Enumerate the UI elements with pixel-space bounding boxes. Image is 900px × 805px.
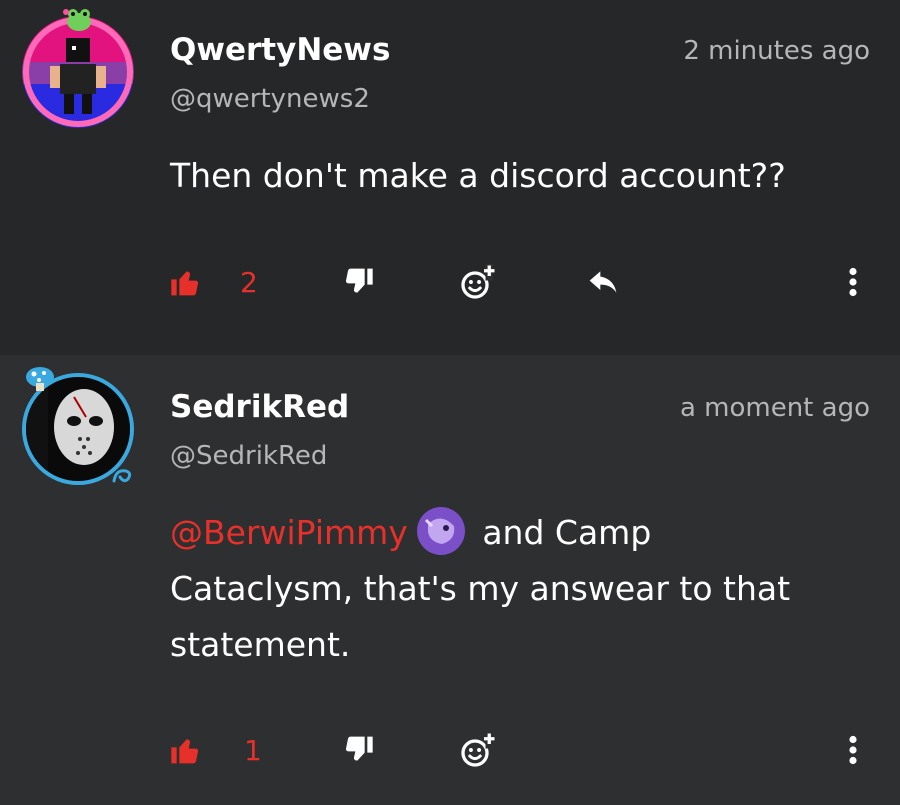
comment-line-2: Cataclysm, that's my answear to that: [170, 569, 791, 608]
more-options-button[interactable]: [838, 730, 868, 770]
frog-badge-icon: [63, 9, 91, 31]
swirl-badge-icon: [112, 469, 132, 483]
more-options-button[interactable]: [838, 262, 868, 302]
comment-text: Then don't make a discord account??: [170, 156, 786, 195]
action-bar: 1: [0, 730, 900, 770]
thumbs-down-icon: [345, 268, 373, 293]
more-vertical-icon: [849, 267, 857, 297]
comment-card: QwertyNews @qwertynews2 2 minutes ago Th…: [0, 0, 900, 355]
user-handle[interactable]: @SedrikRed: [170, 441, 327, 471]
like-count: 1: [244, 733, 262, 767]
more-vertical-icon: [849, 735, 857, 765]
user-handle[interactable]: @qwertynews2: [170, 84, 370, 114]
action-bar: 2: [0, 262, 900, 302]
user-mention[interactable]: @BerwiPimmy: [170, 513, 408, 552]
comment-line-3: statement.: [170, 625, 351, 664]
mushroom-badge-icon: [26, 367, 54, 391]
comment-line-1: @BerwiPimmy and Camp: [170, 505, 870, 561]
avatar: [22, 16, 134, 128]
dislike-button[interactable]: [342, 730, 374, 770]
add-reaction-icon: [461, 264, 495, 299]
add-reaction-button[interactable]: [460, 262, 496, 302]
mention-avatar: [416, 506, 466, 556]
comment-text-segment: and Camp: [471, 513, 652, 552]
avatar-frame[interactable]: [22, 367, 134, 485]
add-reaction-button[interactable]: [460, 730, 496, 770]
like-button[interactable]: 1: [170, 730, 262, 770]
thumbs-up-icon: [171, 271, 199, 296]
username[interactable]: QwertyNews: [170, 32, 390, 68]
username[interactable]: SedrikRed: [170, 389, 349, 425]
timestamp: a moment ago: [679, 393, 870, 423]
like-count: 2: [240, 265, 258, 299]
comment-card: SedrikRed @SedrikRed a moment ago @Berwi…: [0, 355, 900, 805]
reply-button[interactable]: [585, 262, 621, 302]
timestamp: 2 minutes ago: [683, 36, 870, 66]
thumbs-up-icon: [171, 739, 199, 764]
dislike-button[interactable]: [342, 262, 374, 302]
like-button[interactable]: 2: [170, 262, 258, 302]
reply-icon: [589, 271, 617, 293]
avatar-frame[interactable]: [22, 9, 134, 128]
comment-text: @BerwiPimmy and Camp Cataclysm, that's m…: [170, 505, 870, 673]
thumbs-down-icon: [345, 736, 373, 761]
add-reaction-icon: [461, 732, 495, 767]
